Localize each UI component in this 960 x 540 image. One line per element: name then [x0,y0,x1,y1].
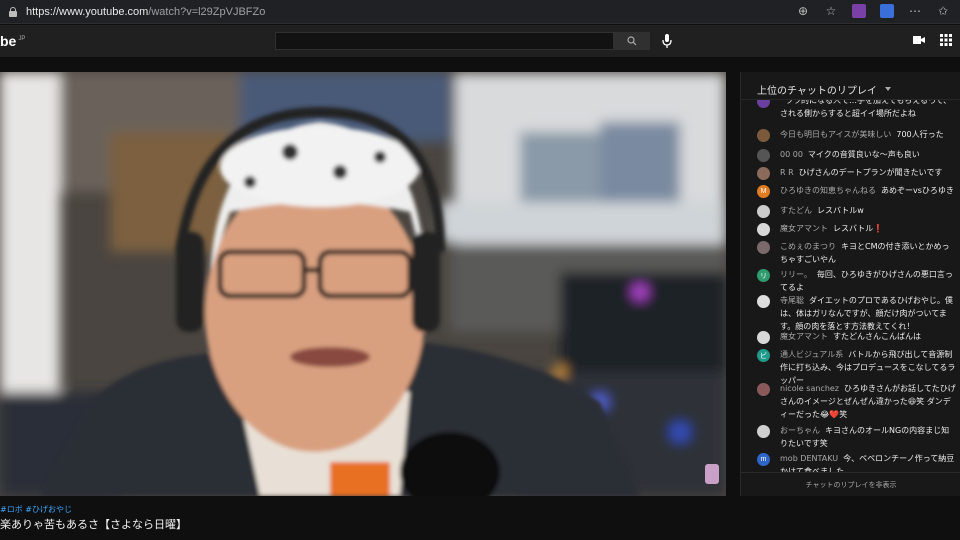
apps-grid-icon[interactable] [940,34,952,46]
browser-address-bar[interactable]: https://www.youtube.com/watch?v=l29ZpVJB… [0,0,960,24]
avatar: M [757,185,770,198]
chat-message: 寺尾聡 ダイエットのプロであるひげおやじ。僕は、体はガリなんですが、顔だけ肉がつい… [757,294,957,333]
video-player[interactable] [0,72,726,496]
chat-message: 魔女アマント レスバトル❗ [757,222,957,236]
chat-message: おーちゃん キヨさんのオールNGの内容まじ知りたいです笑 [757,424,957,450]
chat-message: ララ的になる人で…手を加えてもらえるって、される側からすると超イイ場所だよね [757,100,957,120]
avatar [757,223,770,236]
extension-icon[interactable] [880,4,894,18]
hide-chat-replay-label: チャットのリプレイを非表示 [805,480,897,489]
search-button[interactable] [614,32,650,50]
avatar [757,129,770,142]
video-hashtags[interactable]: #ロボ #ひげおやじ [0,504,72,515]
youtube-logo[interactable]: be JP [0,33,25,49]
video-title: 楽ありゃ苦もあるさ【さよなら日曜】 [0,518,187,531]
collections-star-icon[interactable]: ✩ [936,4,950,18]
avatar [757,331,770,344]
hide-chat-replay-button[interactable]: チャットのリプレイを非表示 [741,472,960,496]
chat-mode-dropdown[interactable]: 上位のチャットのリプレイ [741,72,960,100]
chat-title: 上位のチャットのリプレイ [757,85,877,97]
avatar [757,295,770,308]
avatar [757,100,770,108]
chat-message: nicole sanchez ひろゆきさんがお話してたひげさんのイメージとぜんぜん… [757,382,957,421]
extension-icon[interactable] [852,4,866,18]
favorites-star-icon[interactable]: ☆ [824,4,838,18]
chat-message: M ひろゆきの知恵ちゃんねる あめぞーvsひろゆき [757,184,957,198]
youtube-header: be JP [0,25,960,57]
avatar [757,167,770,180]
avatar: リ [757,269,770,282]
avatar [757,241,770,254]
chat-message: 魔女アマント すたどんさんこんばんは [757,330,957,344]
chat-message: すたどん レスバトルw [757,204,957,218]
avatar: ビ [757,349,770,362]
chat-message-list[interactable]: ララ的になる人で…手を加えてもらえるって、される側からすると超イイ場所だよね 今… [741,100,960,472]
create-video-icon[interactable] [912,34,926,46]
video-frame [0,72,726,496]
chat-message: リ リリー。 毎回、ひろゆきがひげさんの悪口言ってるよ [757,268,957,294]
chat-message: 今日も明日もアイスが美味しい 700人行った [757,128,957,142]
settings-menu-icon[interactable]: ⋯ [908,4,922,18]
chat-message: 00 00 マイクの音質良いな〜声も良い [757,148,957,162]
chat-message: m mob DENTAKU 今、ペペロンチーノ作って納豆かけて食べました。 [757,452,957,472]
chat-message: こめぇのまつり キヨとCMの付き添いとかめっちゃすごいやん [757,240,957,266]
chat-message: R R ひげさんのデートプランが聞きたいです [757,166,957,180]
microphone-icon[interactable] [660,33,674,49]
avatar [757,383,770,396]
search-icon [627,36,637,46]
chevron-down-icon [884,87,891,91]
avatar [757,425,770,438]
live-chat-replay-panel: 上位のチャットのリプレイ ララ的になる人で…手を加えてもらえるって、される側から… [740,72,960,496]
avatar [757,205,770,218]
avatar: m [757,453,770,466]
url-text[interactable]: https://www.youtube.com/watch?v=l29ZpVJB… [26,6,265,18]
avatar [757,149,770,162]
lock-icon [8,6,18,17]
add-tab-icon[interactable]: ⊕ [796,4,810,18]
search-input[interactable] [275,32,614,50]
